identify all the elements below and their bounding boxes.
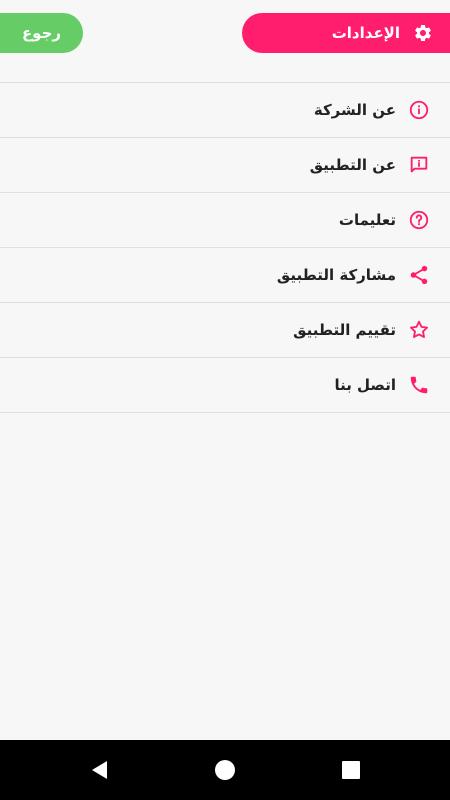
- system-nav-bar: [0, 740, 450, 800]
- recents-square-icon[interactable]: [339, 758, 363, 782]
- menu-item-label: عن التطبيق: [309, 156, 396, 174]
- menu-item-help[interactable]: تعليمات: [0, 193, 450, 248]
- menu-item-contact-us[interactable]: اتصل بنا: [0, 358, 450, 413]
- info-message-icon: [408, 154, 430, 176]
- menu-item-label: اتصل بنا: [334, 376, 396, 394]
- menu-item-share-app[interactable]: مشاركة التطبيق: [0, 248, 450, 303]
- back-triangle-icon[interactable]: [88, 758, 112, 782]
- settings-menu: عن الشركة عن التطبيق تعليمات مشاركة التط…: [0, 83, 450, 413]
- menu-item-about-app[interactable]: عن التطبيق: [0, 138, 450, 193]
- menu-item-label: تقييم التطبيق: [293, 321, 396, 339]
- menu-item-about-company[interactable]: عن الشركة: [0, 83, 450, 138]
- menu-item-label: مشاركة التطبيق: [276, 266, 396, 284]
- page-title: الإعدادات: [331, 24, 400, 42]
- back-button[interactable]: رجوع: [0, 13, 83, 53]
- settings-title-pill: الإعدادات: [242, 13, 450, 53]
- phone-icon: [408, 374, 430, 396]
- menu-item-rate-app[interactable]: تقييم التطبيق: [0, 303, 450, 358]
- app-header: رجوع الإعدادات: [0, 0, 450, 83]
- info-circle-icon: [408, 99, 430, 121]
- star-icon: [408, 319, 430, 341]
- menu-item-label: عن الشركة: [313, 101, 396, 119]
- menu-item-label: تعليمات: [338, 211, 396, 229]
- share-icon: [408, 264, 430, 286]
- back-button-label: رجوع: [21, 24, 62, 42]
- gear-icon: [412, 22, 434, 44]
- help-circle-icon: [408, 209, 430, 231]
- home-circle-icon[interactable]: [213, 758, 237, 782]
